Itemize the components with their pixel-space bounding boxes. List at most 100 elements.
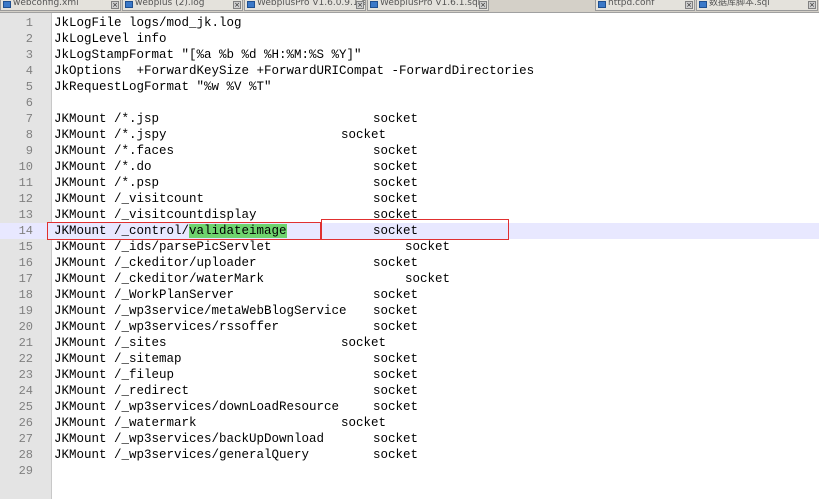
- file-icon: [247, 1, 255, 8]
- code-text-segment: JKMount /_wp3services/rssoffer: [54, 320, 280, 334]
- socket-worker-name: socket: [373, 304, 419, 318]
- code-text-segment: JKMount /_ckeditor/uploader: [54, 256, 257, 270]
- line-number: 29: [18, 464, 33, 478]
- socket-worker-name: socket: [373, 288, 419, 302]
- line-number: 4: [25, 64, 33, 78]
- code-line[interactable]: 17 JKMount /_ckeditor/waterMark socket: [0, 271, 819, 287]
- socket-worker-name: socket: [373, 192, 419, 206]
- tab-6[interactable]: 数据库脚本.sql ×: [696, 0, 818, 11]
- tab-close-icon[interactable]: ×: [479, 1, 487, 9]
- line-number: 7: [25, 112, 33, 126]
- code-text-segment: JKMount /_redirect: [54, 384, 190, 398]
- tab-close-icon[interactable]: ×: [233, 1, 241, 9]
- tab-close-icon[interactable]: ×: [685, 1, 693, 9]
- line-number: 22: [18, 352, 33, 366]
- socket-worker-name: socket: [373, 400, 419, 414]
- line-number: 16: [18, 256, 33, 270]
- code-line[interactable]: 7 JKMount /*.jsp socket: [0, 111, 819, 127]
- code-line[interactable]: 8 JKMount /*.jspy socket: [0, 127, 819, 143]
- code-text-segment: JKMount /_WorkPlanServer: [54, 288, 235, 302]
- code-text-segment: JKMount /_sites: [54, 336, 167, 350]
- tab-3[interactable]: WebplusPro V1.6.0.9.1.sql ×: [244, 0, 366, 11]
- code-text: JKMount /_fileup: [54, 367, 174, 383]
- code-line[interactable]: 12 JKMount /_visitcount socket: [0, 191, 819, 207]
- code-text-segment: JkLogStampFormat "[%a %b %d %H:%M:%S %Y]…: [54, 48, 362, 62]
- code-line[interactable]: 11 JKMount /*.psp socket: [0, 175, 819, 191]
- code-text-segment: JKMount /_wp3services/generalQuery: [54, 448, 310, 462]
- code-line[interactable]: 3 JkLogStampFormat "[%a %b %d %H:%M:%S %Y…: [0, 47, 819, 63]
- tab-4[interactable]: WebplusPro V1.6.1.sql ×: [367, 0, 489, 11]
- code-line[interactable]: 5 JkRequestLogFormat "%w %V %T": [0, 79, 819, 95]
- socket-worker-name: socket: [373, 352, 419, 366]
- code-line[interactable]: 29: [0, 463, 819, 479]
- file-icon: [699, 1, 707, 8]
- file-icon: [598, 1, 606, 8]
- code-text: JKMount /*.jsp: [54, 111, 159, 127]
- tab-2[interactable]: webplus (2).log ×: [122, 0, 243, 11]
- code-line[interactable]: 23 JKMount /_fileup socket: [0, 367, 819, 383]
- socket-worker-name: socket: [373, 256, 419, 270]
- code-line[interactable]: 6: [0, 95, 819, 111]
- code-line[interactable]: 16 JKMount /_ckeditor/uploader socket: [0, 255, 819, 271]
- socket-worker-name: socket: [373, 432, 419, 446]
- code-line[interactable]: 18 JKMount /_WorkPlanServer socket: [0, 287, 819, 303]
- code-text: JkLogLevel info: [54, 31, 167, 47]
- code-line[interactable]: 2 JkLogLevel info: [0, 31, 819, 47]
- code-line[interactable]: 10 JKMount /*.do socket: [0, 159, 819, 175]
- tab-5[interactable]: httpd.conf ×: [595, 0, 695, 11]
- code-text: JKMount /*.psp: [54, 175, 159, 191]
- code-line[interactable]: 21 JKMount /_sites socket: [0, 335, 819, 351]
- code-line[interactable]: 19 JKMount /_wp3service/metaWebBlogServic…: [0, 303, 819, 319]
- line-number: 10: [18, 160, 33, 174]
- socket-worker-name: socket: [373, 448, 419, 462]
- tab-label: WebplusPro V1.6.0.9.1.sql: [257, 0, 366, 8]
- code-text-segment: JKMount /*.psp: [54, 176, 160, 190]
- line-number: 21: [18, 336, 33, 350]
- code-text: JkRequestLogFormat "%w %V %T": [54, 79, 272, 95]
- code-text: JKMount /_ckeditor/waterMark: [54, 271, 264, 287]
- line-number: 8: [25, 128, 33, 142]
- selected-text: validateimage: [189, 224, 287, 238]
- code-text-segment: JKMount /_watermark: [54, 416, 197, 430]
- file-icon: [125, 1, 133, 8]
- code-text-segment: JKMount /_wp3service/metaWebBlogService: [54, 304, 347, 318]
- code-text-segment: JKMount /*.faces: [54, 144, 175, 158]
- code-text: JkLogFile logs/mod_jk.log: [54, 15, 242, 31]
- code-line[interactable]: 9 JKMount /*.faces socket: [0, 143, 819, 159]
- tab-close-icon[interactable]: ×: [111, 1, 119, 9]
- line-number: 28: [18, 448, 33, 462]
- tab-close-icon[interactable]: ×: [808, 1, 816, 9]
- code-text: JKMount /_wp3services/rssoffer: [54, 319, 279, 335]
- line-number: 23: [18, 368, 33, 382]
- code-line[interactable]: 14 JKMount /_control/validateimage socket: [0, 223, 819, 239]
- code-line[interactable]: 22 JKMount /_sitemap socket: [0, 351, 819, 367]
- code-text-segment: JkOptions +ForwardKeySize +ForwardURICom…: [54, 64, 535, 78]
- code-text: JKMount /_visitcount: [54, 191, 204, 207]
- code-line[interactable]: 24 JKMount /_redirect socket: [0, 383, 819, 399]
- tab-close-icon[interactable]: ×: [356, 1, 364, 9]
- code-line[interactable]: 15 JKMount /_ids/parsePicServlet socket: [0, 239, 819, 255]
- code-line[interactable]: 1 JkLogFile logs/mod_jk.log: [0, 15, 819, 31]
- line-number: 26: [18, 416, 33, 430]
- code-line[interactable]: 27 JKMount /_wp3services/backUpDownload so…: [0, 431, 819, 447]
- code-line[interactable]: 28 JKMount /_wp3services/generalQuery sock…: [0, 447, 819, 463]
- code-line[interactable]: 20 JKMount /_wp3services/rssoffer socket: [0, 319, 819, 335]
- tab-label: webconfig.xml: [13, 0, 79, 8]
- code-line[interactable]: 25 JKMount /_wp3services/downLoadResource…: [0, 399, 819, 415]
- line-number: 12: [18, 192, 33, 206]
- code-text: JKMount /_wp3services/generalQuery: [54, 447, 309, 463]
- code-text-segment: JKMount /_visitcountdisplay: [54, 208, 257, 222]
- code-line[interactable]: 4 JkOptions +ForwardKeySize +ForwardURICo…: [0, 63, 819, 79]
- code-text: JKMount /_sitemap: [54, 351, 182, 367]
- line-number: 17: [18, 272, 33, 286]
- socket-worker-name: socket: [341, 128, 387, 142]
- socket-worker-name: socket: [373, 384, 419, 398]
- code-line[interactable]: 26 JKMount /_watermark socket: [0, 415, 819, 431]
- code-text-segment: JKMount /_fileup: [54, 368, 175, 382]
- line-number: 24: [18, 384, 33, 398]
- code-text-segment: JKMount /_wp3services/backUpDownload: [54, 432, 325, 446]
- tab-1[interactable]: webconfig.xml ×: [0, 0, 121, 11]
- code-line[interactable]: 13 JKMount /_visitcountdisplay socket: [0, 207, 819, 223]
- code-text: JKMount /_wp3services/downLoadResource: [54, 399, 339, 415]
- code-text-segment: JkLogFile logs/mod_jk.log: [54, 16, 242, 30]
